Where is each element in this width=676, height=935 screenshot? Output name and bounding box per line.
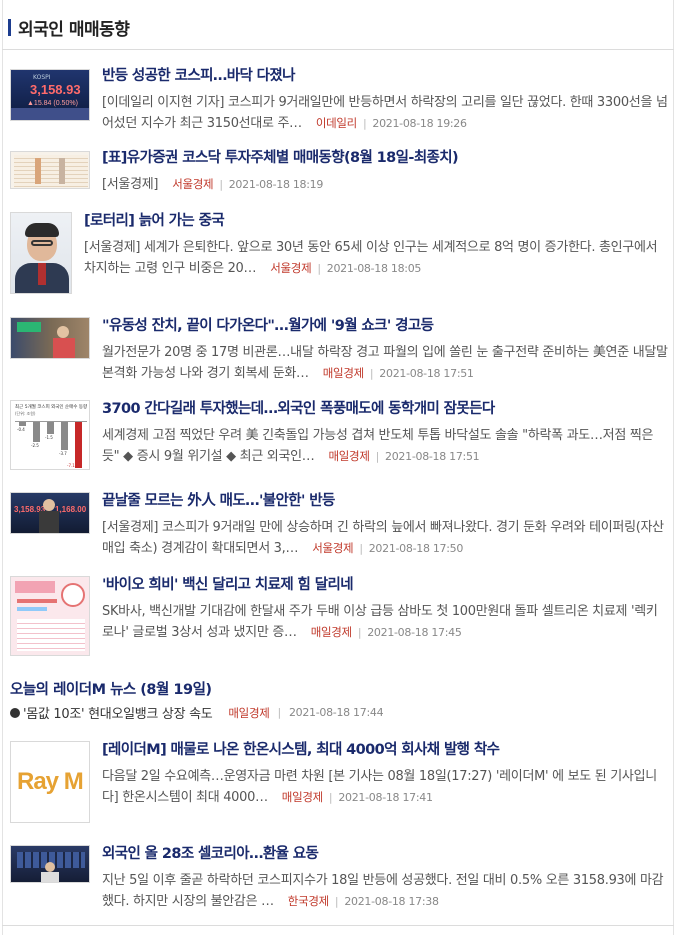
article-source[interactable]: 서울경제 — [312, 541, 353, 555]
article-summary: [서울경제] 세계가 은퇴한다. 앞으로 30년 동안 65세 이상 인구는 세… — [84, 237, 668, 279]
article-source[interactable]: 서울경제 — [270, 261, 311, 275]
article-title[interactable]: 끝날줄 모르는 外人 매도…'불안한' 반등 — [102, 492, 335, 510]
article-item[interactable]: [표]유가증권 코스닥 투자주체별 매매동향(8월 18일-최종치) [서울경제… — [10, 149, 668, 193]
article-date: 2021-08-18 19:26 — [372, 117, 467, 130]
thumb-text: -2.5 — [31, 443, 39, 448]
article-date: 2021-08-18 17:50 — [368, 542, 464, 555]
article-body: [서울경제] — [102, 177, 159, 192]
article-summary: [서울경제] 코스피가 9거래일 만에 상승하며 긴 하락의 늪에서 빠져나왔다… — [102, 517, 668, 559]
separator: | — [219, 178, 223, 191]
thumb-text: 최근 5개월 코스피 외국인 순매수 동향 — [15, 405, 88, 410]
article-item[interactable]: 3,158.93 1,168.00 끝날줄 모르는 外人 매도…'불안한' 반등… — [10, 492, 668, 560]
article-thumbnail[interactable] — [10, 317, 90, 359]
separator: | — [375, 450, 380, 463]
article-thumbnail[interactable]: 3,158.93 1,168.00 — [10, 492, 90, 534]
article-thumbnail[interactable]: 최근 5개월 코스피 외국인 순매수 동향 (단위: 조원) -0.4 -2.5… — [10, 400, 90, 470]
article-date: 2021-08-18 17:51 — [385, 450, 480, 463]
article-title[interactable]: [레이더M] 매물로 나온 한온시스템, 최대 4000억 회사채 발행 착수 — [102, 741, 500, 759]
article-summary: SK바사, 백신개발 기대감에 한달새 주가 두배 이상 급등 삼바도 첫 10… — [102, 601, 668, 643]
article-source[interactable]: 매일경제 — [311, 625, 352, 639]
article-title[interactable]: "유동성 잔치, 끝이 다가온다"…월가에 '9월 쇼크' 경고등 — [102, 317, 434, 335]
article-source[interactable]: 매일경제 — [282, 790, 323, 804]
article-item[interactable]: "유동성 잔치, 끝이 다가온다"…월가에 '9월 쇼크' 경고등 월가전문가 … — [10, 317, 668, 387]
article-item[interactable]: 최근 5개월 코스피 외국인 순매수 동향 (단위: 조원) -0.4 -2.5… — [10, 400, 668, 472]
separator: | — [328, 791, 333, 804]
article-thumbnail[interactable] — [10, 845, 90, 883]
article-summary: 지난 5일 이후 줄곧 하락하던 코스피지수가 18일 반등에 성공했다. 전일… — [102, 870, 668, 912]
section-marker — [8, 18, 11, 36]
article-date: 2021-08-18 17:44 — [288, 706, 384, 719]
article-thumbnail[interactable]: Ray M — [10, 741, 90, 823]
thumb-text: (단위: 조원) — [15, 411, 36, 416]
thumb-text: ▲15.84 (0.50%) — [27, 100, 78, 107]
article-title[interactable]: 오늘의 레이더M 뉴스 (8월 19일) — [10, 678, 212, 699]
article-source[interactable]: 매일경제 — [323, 366, 364, 380]
thumb-text: 1,168.00 — [55, 505, 87, 514]
divider — [2, 925, 674, 926]
thumb-text: Ray M — [17, 768, 84, 795]
article-title[interactable]: 외국인 올 28조 셀코리아…환율 요동 — [102, 845, 319, 863]
article-source[interactable]: 이데일리 — [316, 116, 357, 130]
article-item[interactable]: Ray M [레이더M] 매물로 나온 한온시스템, 최대 4000억 회사채 … — [10, 741, 668, 825]
thumb-text: -1.5 — [45, 435, 53, 440]
separator: | — [362, 117, 367, 130]
article-summary: [이데일리 이지현 기자] 코스피가 9거래일만에 반등하면서 하락장의 고리를… — [102, 92, 668, 134]
article-source[interactable]: 매일경제 — [228, 705, 269, 721]
thumb-text: -7.1 — [67, 463, 75, 468]
list-item[interactable]: '몸값 10조' 현대오일뱅크 상장 속도 매일경제 | 2021-08-18 … — [10, 703, 384, 722]
article-summary: 월가전문가 20명 중 17명 비관론…내달 하락장 경고 파월의 입에 쏠린 … — [102, 342, 668, 384]
article-date: 2021-08-18 17:51 — [379, 367, 474, 380]
separator: | — [359, 542, 363, 555]
article-item[interactable]: 외국인 올 28조 셀코리아…환율 요동 지난 5일 이후 줄곧 하락하던 코스… — [10, 845, 668, 915]
article-date: 2021-08-18 17:38 — [344, 895, 439, 908]
article-title[interactable]: 3700 간다길래 투자했는데…외국인 폭풍매도에 동학개미 잠못든다 — [102, 400, 495, 418]
article-item[interactable]: [로터리] 늙어 가는 중국 [서울경제] 세계가 은퇴한다. 앞으로 30년 … — [10, 212, 668, 296]
separator: | — [277, 706, 282, 719]
separator: | — [317, 262, 321, 275]
thumb-text: -3.7 — [59, 451, 67, 456]
separator: | — [334, 895, 339, 908]
article-summary: 다음달 2일 수요예측…운영자금 마련 차원 [본 기사는 08월 18일(17… — [102, 766, 668, 808]
article-thumbnail[interactable] — [10, 151, 90, 189]
article-thumbnail[interactable] — [10, 212, 72, 294]
article-item[interactable]: '바이오 희비' 백신 달리고 치료제 힘 달리네 SK바사, 백신개발 기대감… — [10, 576, 668, 658]
article-date: 2021-08-18 17:45 — [367, 626, 462, 639]
divider — [2, 49, 674, 50]
separator: | — [357, 626, 362, 639]
section-title: 외국인 매매동향 — [18, 19, 130, 40]
list-item-text[interactable]: '몸값 10조' 현대오일뱅크 상장 속도 — [23, 703, 213, 722]
thumb-text: -0.4 — [17, 427, 25, 432]
article-title[interactable]: [표]유가증권 코스닥 투자주체별 매매동향(8월 18일-최종치) — [102, 149, 459, 167]
article-summary: [서울경제] 서울경제 | 2021-08-18 18:19 — [102, 174, 668, 195]
article-summary: 세계경제 고점 찍었단 우려 美 긴축돌입 가능성 겹쳐 반도체 투톱 바닥설도… — [102, 425, 668, 467]
article-thumbnail[interactable]: KOSPI 3,158.93 ▲15.84 (0.50%) — [10, 69, 90, 121]
article-date: 2021-08-18 18:19 — [228, 178, 324, 191]
article-title[interactable]: 반등 성공한 코스피…바닥 다졌나 — [102, 67, 295, 85]
article-date: 2021-08-18 18:05 — [326, 262, 422, 275]
article-source[interactable]: 한국경제 — [288, 894, 329, 908]
thumb-text: 3,158.93 — [30, 82, 81, 97]
separator: | — [369, 367, 374, 380]
article-title[interactable]: [로터리] 늙어 가는 중국 — [84, 212, 225, 230]
article-item[interactable]: KOSPI 3,158.93 ▲15.84 (0.50%) 반등 성공한 코스피… — [10, 67, 668, 137]
bullet-icon — [10, 707, 20, 718]
thumb-text: KOSPI — [33, 74, 51, 81]
article-source[interactable]: 서울경제 — [172, 177, 213, 191]
section-header: 외국인 매매동향 — [8, 14, 130, 40]
article-date: 2021-08-18 17:41 — [338, 791, 433, 804]
article-thumbnail[interactable] — [10, 576, 90, 656]
article-source[interactable]: 매일경제 — [329, 449, 370, 463]
article-title[interactable]: '바이오 희비' 백신 달리고 치료제 힘 달리네 — [102, 576, 354, 594]
